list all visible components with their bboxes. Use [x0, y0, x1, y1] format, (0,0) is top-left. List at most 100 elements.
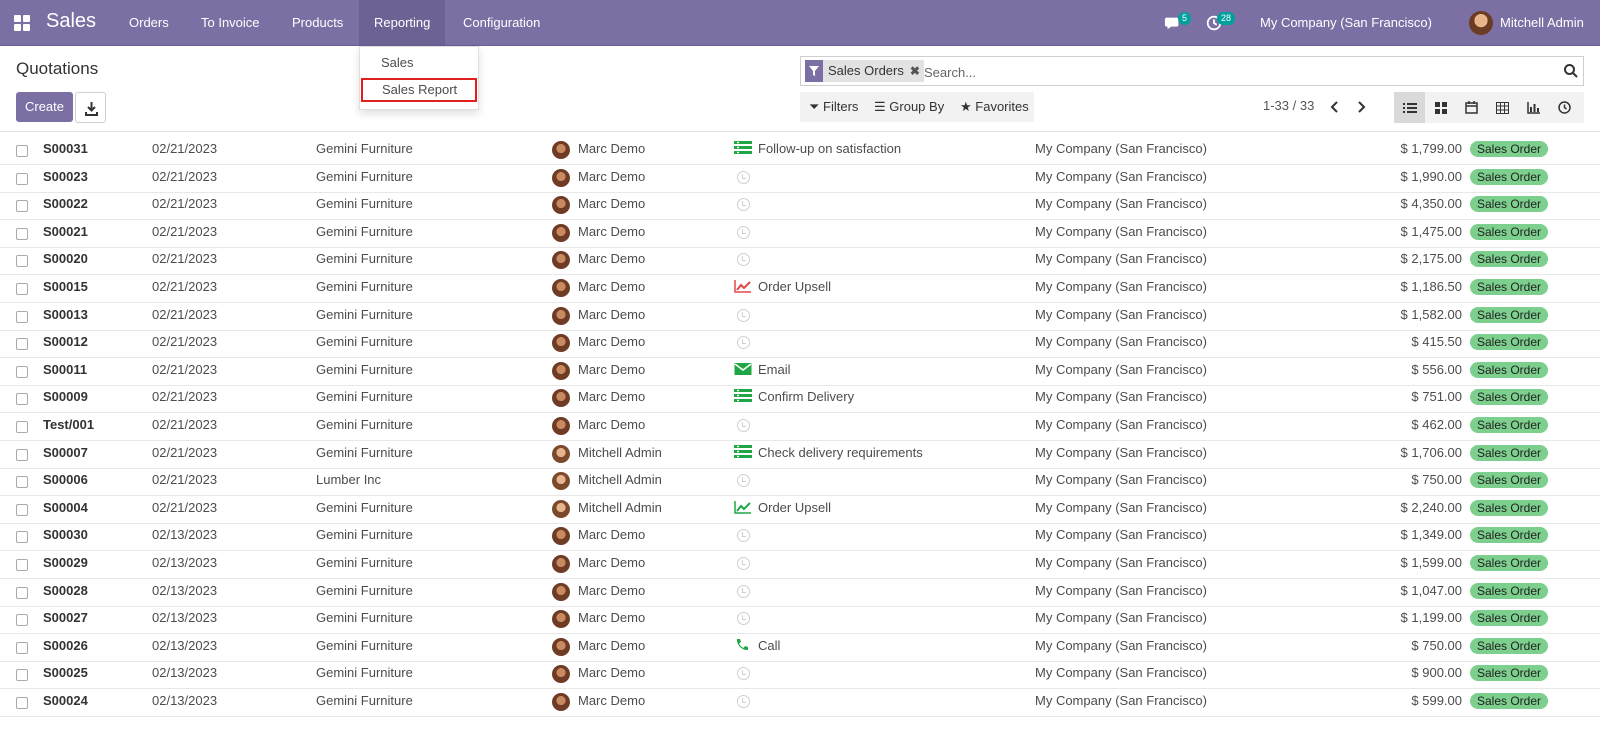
table-row[interactable]: S00004 02/21/2023 Gemini Furniture Mitchell…	[0, 496, 1600, 524]
row-checkbox[interactable]	[16, 393, 28, 406]
table-row[interactable]: S00028 02/13/2023 Gemini Furniture Marc Dem…	[0, 579, 1600, 607]
table-row[interactable]: S00007 02/21/2023 Gemini Furniture Mitchell…	[0, 441, 1600, 469]
row-checkbox[interactable]	[16, 227, 28, 240]
table-row[interactable]: S00030 02/13/2023 Gemini Furniture Marc Dem…	[0, 523, 1600, 552]
table-row[interactable]: Test/001 02/21/2023 Gemini Furniture Marc D…	[0, 413, 1600, 441]
pager-next-icon[interactable]	[1355, 100, 1367, 114]
table-row[interactable]: S00020 02/21/2023 Gemini Furniture Marc Dem…	[0, 247, 1600, 276]
menu-configuration[interactable]: Configuration	[448, 0, 555, 45]
clock-icon[interactable]	[737, 170, 750, 184]
dropdown-item-sales-report[interactable]: Sales Report	[361, 78, 477, 102]
list-view-button[interactable]	[1394, 92, 1425, 123]
activity-view-button[interactable]	[1549, 92, 1580, 123]
favorites-button[interactable]: ★ Favorites	[960, 92, 1029, 122]
todo-icon[interactable]	[734, 141, 752, 157]
email-icon[interactable]	[734, 362, 752, 378]
upsell-green-icon[interactable]	[734, 500, 752, 516]
todo-icon[interactable]	[734, 444, 752, 461]
row-checkbox[interactable]	[16, 283, 28, 295]
app-menu-grid-icon[interactable]	[14, 15, 32, 31]
clock-icon[interactable]	[737, 474, 750, 488]
next-activity[interactable]: Call	[758, 634, 780, 662]
graph-view-button[interactable]	[1518, 92, 1549, 123]
filters-button[interactable]: ⏷ Filters	[809, 92, 858, 122]
menu-products[interactable]: Products	[277, 0, 358, 45]
row-checkbox[interactable]	[16, 586, 28, 599]
phone-icon[interactable]	[734, 638, 752, 654]
dropdown-item-sales[interactable]: Sales	[360, 51, 478, 75]
table-row[interactable]: S00009 02/21/2023 Gemini Furniture Marc Dem…	[0, 385, 1600, 414]
clock-icon[interactable]	[737, 612, 750, 626]
pager-previous-icon[interactable]	[1329, 100, 1341, 114]
clock-icon[interactable]	[737, 695, 750, 708]
row-checkbox[interactable]	[16, 145, 28, 157]
table-row[interactable]: S00023 02/21/2023 Gemini Furniture Marc Dem…	[0, 165, 1600, 193]
table-row[interactable]: S00025 02/13/2023 Gemini Furniture Marc Dem…	[0, 661, 1600, 690]
table-row[interactable]: S00026 02/13/2023 Gemini Furniture Marc Dem…	[0, 634, 1600, 662]
row-checkbox[interactable]	[16, 200, 28, 213]
clock-icon[interactable]	[737, 529, 750, 543]
calendar-view-button[interactable]	[1456, 92, 1487, 123]
export-button[interactable]	[75, 92, 106, 123]
table-row[interactable]: S00024 02/13/2023 Gemini Furniture Marc Dem…	[0, 689, 1600, 717]
menu-to-invoice[interactable]: To Invoice	[186, 0, 275, 45]
clock-icon[interactable]	[737, 198, 750, 212]
search-icon[interactable]	[1563, 63, 1579, 79]
table-row[interactable]: S00012 02/21/2023 Gemini Furniture Marc Dem…	[0, 330, 1600, 359]
table-row[interactable]: S00027 02/13/2023 Gemini Furniture Marc Dem…	[0, 606, 1600, 635]
clock-icon[interactable]	[737, 557, 750, 570]
table-row[interactable]: S00029 02/13/2023 Gemini Furniture Marc Dem…	[0, 551, 1600, 579]
create-button[interactable]: Create	[16, 92, 73, 122]
next-activity[interactable]: Order Upsell	[758, 275, 831, 303]
clock-icon[interactable]	[737, 253, 750, 267]
app-brand[interactable]: Sales	[46, 10, 96, 33]
row-checkbox[interactable]	[16, 503, 28, 516]
clock-icon[interactable]	[737, 225, 750, 239]
user-menu[interactable]: Mitchell Admin	[1500, 0, 1584, 45]
row-checkbox[interactable]	[16, 365, 28, 378]
menu-orders[interactable]: Orders	[114, 0, 184, 45]
table-row[interactable]: S00022 02/21/2023 Gemini Furniture Marc Dem…	[0, 192, 1600, 221]
clock-icon[interactable]	[737, 667, 750, 681]
table-row[interactable]: S00021 02/21/2023 Gemini Furniture Marc Dem…	[0, 220, 1600, 248]
table-row[interactable]: S00015 02/21/2023 Gemini Furniture Marc Dem…	[0, 275, 1600, 303]
next-activity[interactable]: Follow-up on satisfaction	[758, 137, 901, 165]
clock-icon[interactable]	[737, 419, 750, 432]
customer-name: Gemini Furniture	[316, 444, 413, 460]
row-checkbox[interactable]	[16, 421, 28, 433]
row-checkbox[interactable]	[16, 559, 28, 571]
groupby-button[interactable]: ☰ Group By	[874, 92, 944, 122]
table-row[interactable]: S00013 02/21/2023 Gemini Furniture Marc Dem…	[0, 303, 1600, 331]
next-activity[interactable]: Confirm Delivery	[758, 385, 854, 413]
next-activity[interactable]: Order Upsell	[758, 496, 831, 524]
next-activity[interactable]: Email	[758, 358, 791, 386]
table-row[interactable]: S00011 02/21/2023 Gemini Furniture Marc Dem…	[0, 358, 1600, 386]
clock-icon[interactable]	[737, 584, 750, 598]
row-checkbox[interactable]	[16, 531, 28, 544]
clock-icon[interactable]	[737, 308, 750, 322]
row-checkbox[interactable]	[16, 697, 28, 709]
row-checkbox[interactable]	[16, 310, 28, 323]
search-input[interactable]	[924, 61, 1524, 83]
menu-reporting[interactable]: Reporting	[359, 0, 446, 45]
upsell-red-icon[interactable]	[734, 279, 752, 295]
row-checkbox[interactable]	[16, 338, 28, 351]
row-checkbox[interactable]	[16, 448, 28, 461]
todo-icon[interactable]	[734, 389, 752, 405]
table-row[interactable]: S00006 02/21/2023 Lumber Inc Mitchell Admin…	[0, 468, 1600, 497]
next-activity[interactable]: Check delivery requirements	[758, 441, 923, 469]
facet-remove-icon[interactable]: ✖	[910, 60, 924, 82]
table-row[interactable]: S00031 02/21/2023 Gemini Furniture Marc Dem…	[0, 137, 1600, 165]
pivot-view-button[interactable]	[1487, 92, 1518, 123]
pager-value[interactable]: 1-33 / 33	[1263, 98, 1314, 113]
company-switcher[interactable]: My Company (San Francisco)	[1260, 0, 1432, 45]
row-checkbox[interactable]	[16, 476, 28, 489]
row-checkbox[interactable]	[16, 614, 28, 627]
row-checkbox[interactable]	[16, 255, 28, 268]
clock-icon[interactable]	[737, 336, 750, 350]
row-checkbox[interactable]	[16, 669, 28, 682]
row-checkbox[interactable]	[16, 172, 28, 185]
user-avatar[interactable]	[1469, 11, 1493, 35]
kanban-view-button[interactable]	[1425, 92, 1456, 123]
row-checkbox[interactable]	[16, 641, 28, 654]
